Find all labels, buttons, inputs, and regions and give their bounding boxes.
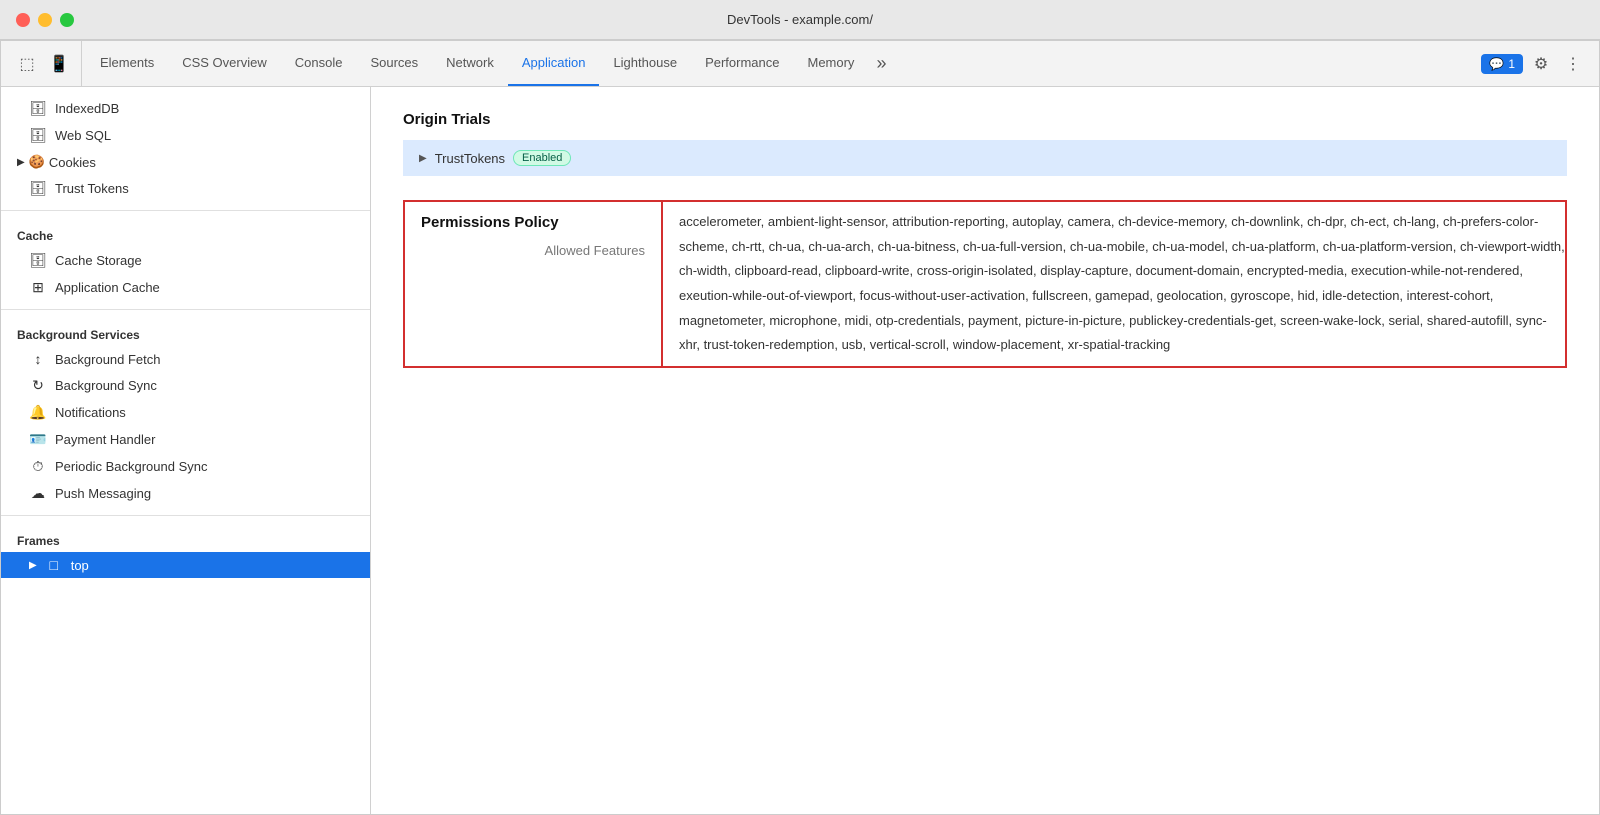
origin-trials-section: Origin Trials ▶ TrustTokens Enabled	[403, 111, 1567, 176]
database-icon: 🗄	[29, 180, 47, 197]
permissions-grid: Permissions Policy Allowed Features acce…	[403, 200, 1567, 368]
sidebar-item-payment-handler[interactable]: 🪪 Payment Handler	[1, 426, 370, 453]
cloud-icon: ☁	[29, 485, 47, 502]
cache-section-label: Cache	[1, 219, 370, 247]
sidebar-item-periodic-background-sync[interactable]: ⏱ Periodic Background Sync	[1, 453, 370, 480]
more-tabs-button[interactable]: »	[868, 41, 894, 86]
database-icon: 🗄	[29, 100, 47, 117]
fetch-icon: ↕	[29, 351, 47, 367]
tab-application[interactable]: Application	[508, 41, 600, 86]
title-bar: DevTools - example.com/	[0, 0, 1600, 40]
tab-sources[interactable]: Sources	[356, 41, 432, 86]
database-icon: 🗄	[29, 127, 47, 144]
cookies-icon: 🍪	[29, 154, 45, 170]
payment-icon: 🪪	[29, 431, 47, 448]
window-title: DevTools - example.com/	[727, 12, 873, 27]
tab-css-overview[interactable]: CSS Overview	[168, 41, 281, 86]
sidebar-item-application-cache[interactable]: ⊞ Application Cache	[1, 274, 370, 301]
sidebar-item-indexeddb[interactable]: 🗄 IndexedDB	[1, 95, 370, 122]
permissions-features-text: accelerometer, ambient-light-sensor, att…	[679, 214, 1565, 352]
clock-icon: ⏱	[29, 458, 47, 475]
console-count: 1	[1508, 57, 1515, 71]
sidebar-item-websql[interactable]: 🗄 Web SQL	[1, 122, 370, 149]
permissions-policy-title: Permissions Policy	[421, 214, 645, 231]
allowed-features-label: Allowed Features	[421, 239, 645, 258]
frame-icon: □	[45, 557, 63, 573]
origin-trials-title: Origin Trials	[403, 111, 1567, 128]
frames-section-label: Frames	[1, 524, 370, 552]
tab-bar: ⬚ 📱 Elements CSS Overview Console Source…	[1, 41, 1599, 87]
trust-tokens-row[interactable]: ▶ TrustTokens Enabled	[403, 140, 1567, 176]
devtools-window: ⬚ 📱 Elements CSS Overview Console Source…	[0, 40, 1600, 815]
chevron-right-icon: ▶	[29, 560, 37, 571]
tab-lighthouse[interactable]: Lighthouse	[599, 41, 691, 86]
maximize-button[interactable]	[60, 13, 74, 27]
tab-bar-icons: ⬚ 📱	[5, 41, 82, 86]
sidebar-item-notifications[interactable]: 🔔 Notifications	[1, 399, 370, 426]
grid-icon: ⊞	[29, 279, 47, 296]
sidebar-item-trust-tokens[interactable]: 🗄 Trust Tokens	[1, 175, 370, 202]
background-services-label: Background Services	[1, 318, 370, 346]
trust-tokens-label: TrustTokens	[435, 151, 505, 166]
sidebar-item-cookies[interactable]: ▶ 🍪 Cookies	[1, 149, 370, 175]
settings-icon[interactable]: ⚙	[1527, 50, 1555, 78]
more-options-icon[interactable]: ⋮	[1559, 50, 1587, 78]
console-badge-button[interactable]: 💬 1	[1481, 54, 1523, 74]
content-area: Origin Trials ▶ TrustTokens Enabled Perm…	[371, 87, 1599, 814]
sync-icon: ↻	[29, 377, 47, 394]
tab-performance[interactable]: Performance	[691, 41, 793, 86]
main-area: 🗄 IndexedDB 🗄 Web SQL ▶ 🍪 Cookies 🗄 Trus…	[1, 87, 1599, 814]
sidebar-divider	[1, 210, 370, 211]
minimize-button[interactable]	[38, 13, 52, 27]
tab-memory[interactable]: Memory	[793, 41, 868, 86]
chevron-right-icon: ▶	[419, 153, 427, 164]
device-icon[interactable]: 📱	[45, 50, 73, 78]
bell-icon: 🔔	[29, 404, 47, 421]
chevron-right-icon: ▶	[17, 157, 25, 168]
close-button[interactable]	[16, 13, 30, 27]
permissions-policy-section: Permissions Policy Allowed Features acce…	[403, 200, 1567, 368]
sidebar-item-background-sync[interactable]: ↻ Background Sync	[1, 372, 370, 399]
sidebar: 🗄 IndexedDB 🗄 Web SQL ▶ 🍪 Cookies 🗄 Trus…	[1, 87, 371, 814]
permissions-features-value: accelerometer, ambient-light-sensor, att…	[663, 200, 1567, 368]
sidebar-item-background-fetch[interactable]: ↕ Background Fetch	[1, 346, 370, 372]
sidebar-divider-2	[1, 309, 370, 310]
window-controls	[16, 13, 74, 27]
database-icon: 🗄	[29, 252, 47, 269]
sidebar-item-push-messaging[interactable]: ☁ Push Messaging	[1, 480, 370, 507]
sidebar-item-top[interactable]: ▶ □ top	[1, 552, 370, 578]
tab-elements[interactable]: Elements	[86, 41, 168, 86]
tab-network[interactable]: Network	[432, 41, 508, 86]
sidebar-divider-3	[1, 515, 370, 516]
sidebar-item-cache-storage[interactable]: 🗄 Cache Storage	[1, 247, 370, 274]
enabled-badge: Enabled	[513, 150, 571, 166]
permissions-header-box: Permissions Policy Allowed Features	[403, 200, 663, 368]
tab-console[interactable]: Console	[281, 41, 357, 86]
tab-bar-right: 💬 1 ⚙ ⋮	[1473, 41, 1595, 86]
console-icon: 💬	[1489, 57, 1504, 71]
cursor-icon[interactable]: ⬚	[13, 50, 41, 78]
